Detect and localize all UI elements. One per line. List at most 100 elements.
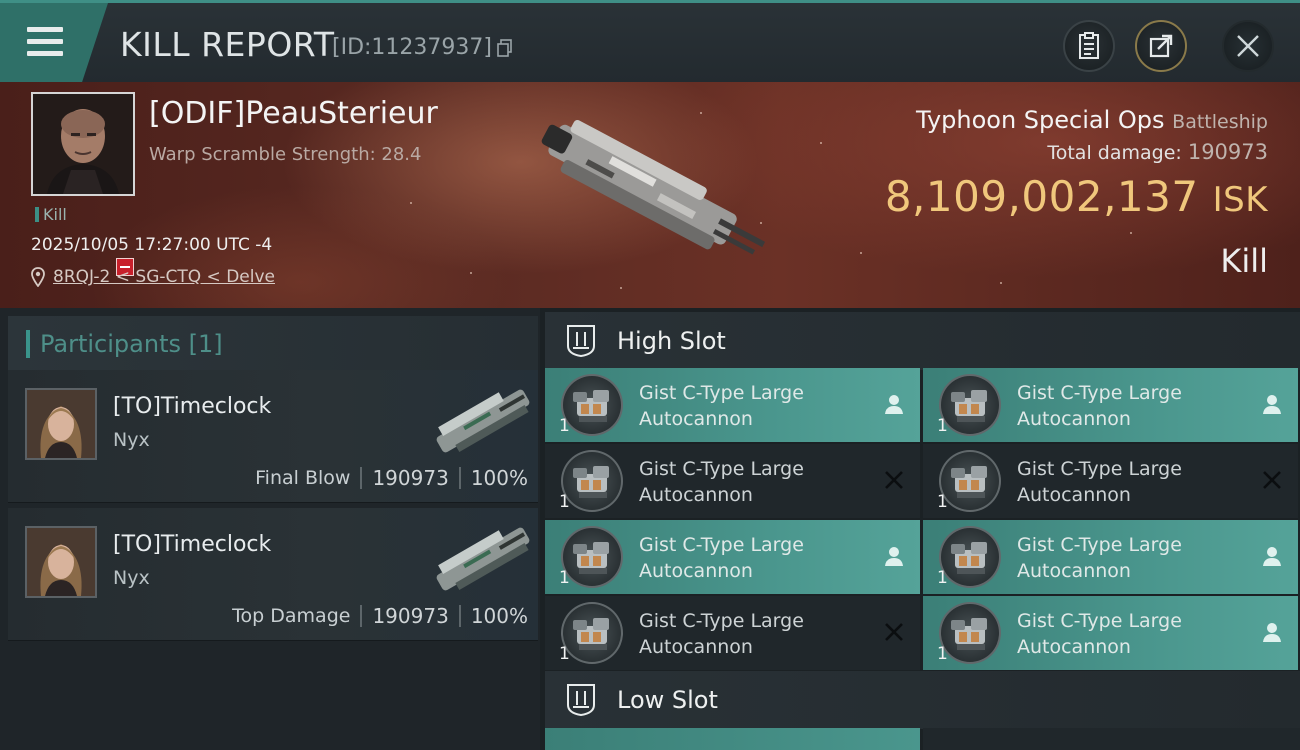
victim-panel: [ODIF]PeauSterieur Warp Scramble Strengt… bbox=[0, 82, 1300, 308]
isk-amount: 8,109,002,137 bbox=[884, 172, 1199, 221]
top-bar: KILL REPORT [ID:11237937] bbox=[0, 0, 1300, 82]
module-quantity: 1 bbox=[559, 492, 570, 512]
module-quantity: 1 bbox=[559, 416, 570, 436]
participant-card[interactable]: [TO]Timeclock Nyx Final Blow 190973 100% bbox=[8, 370, 538, 503]
participant-damage: 190973 bbox=[372, 604, 449, 628]
fitted-person-icon bbox=[1263, 547, 1281, 566]
kill-tag-label: Kill bbox=[43, 205, 67, 224]
participants-title: Participants bbox=[40, 330, 181, 358]
divider bbox=[458, 467, 461, 489]
module-quantity: 1 bbox=[937, 416, 948, 436]
total-damage: Total damage: 190973 bbox=[1047, 140, 1268, 164]
participants-header: Participants [1] bbox=[8, 316, 538, 372]
share-icon bbox=[1149, 34, 1173, 58]
participant-avatar[interactable] bbox=[25, 526, 97, 598]
participant-avatar[interactable] bbox=[25, 388, 97, 460]
module-slot[interactable]: 1 Gist C-Type Large Autocannon bbox=[545, 520, 920, 594]
participant-ship-image[interactable] bbox=[423, 376, 543, 466]
participant-role: Top Damage bbox=[232, 605, 351, 627]
autocannon-icon bbox=[561, 450, 623, 512]
avatar bbox=[27, 528, 95, 596]
victim-ship-image[interactable] bbox=[520, 102, 780, 282]
module-slot[interactable] bbox=[923, 728, 1300, 750]
isk-unit: ISK bbox=[1212, 180, 1268, 220]
warp-scramble-strength: Warp Scramble Strength: 28.4 bbox=[149, 144, 422, 165]
ship-class: Battleship bbox=[1172, 111, 1268, 133]
share-button[interactable] bbox=[1135, 20, 1187, 72]
module-slot[interactable]: 1 Gist C-Type Large Autocannon bbox=[923, 596, 1298, 670]
participant-damage: 190973 bbox=[372, 466, 449, 490]
low-slot-label: Low Slot bbox=[617, 686, 718, 714]
participant-percent: 100% bbox=[470, 466, 528, 490]
module-slot[interactable] bbox=[545, 728, 920, 750]
participant-ship-image[interactable] bbox=[423, 514, 543, 604]
participant-percent: 100% bbox=[470, 604, 528, 628]
clipboard-icon bbox=[1079, 32, 1099, 59]
total-damage-value: 190973 bbox=[1187, 140, 1268, 164]
page-title: KILL REPORT bbox=[120, 25, 335, 64]
destroyed-x-icon bbox=[885, 471, 903, 489]
module-slot[interactable]: 1 Gist C-Type Large Autocannon bbox=[923, 368, 1298, 442]
module-quantity: 1 bbox=[937, 644, 948, 664]
participant-role: Final Blow bbox=[255, 467, 351, 489]
participant-name[interactable]: [TO]Timeclock bbox=[113, 394, 271, 419]
fittings-panel: High Slot 1 Gist C-Type Large Autocannon 1… bbox=[540, 308, 1300, 750]
autocannon-icon bbox=[939, 450, 1001, 512]
module-slot[interactable]: 1 Gist C-Type Large Autocannon bbox=[545, 596, 920, 670]
tag-marker bbox=[35, 207, 39, 222]
victim-name[interactable]: [ODIF]PeauSterieur bbox=[149, 96, 438, 131]
divider bbox=[360, 467, 363, 489]
participant-ship: Nyx bbox=[113, 429, 150, 451]
copy-icon[interactable] bbox=[497, 39, 513, 57]
divider bbox=[360, 605, 363, 627]
module-slot[interactable]: 1 Gist C-Type Large Autocannon bbox=[545, 444, 920, 518]
destroyed-x-icon bbox=[885, 623, 903, 641]
menu-button[interactable] bbox=[0, 3, 108, 82]
participant-stats: Top Damage 190973 100% bbox=[232, 604, 528, 628]
high-slot-label: High Slot bbox=[617, 327, 726, 355]
kill-location[interactable]: 8RQJ-2 < SG-CTQ < Delve bbox=[31, 267, 275, 287]
report-id: [ID:11237937] bbox=[332, 35, 492, 60]
clipboard-button[interactable] bbox=[1063, 20, 1115, 72]
high-slot-header: High Slot bbox=[545, 312, 1300, 370]
autocannon-icon bbox=[939, 526, 1001, 588]
location-pin-icon bbox=[31, 267, 45, 287]
report-result: Kill bbox=[1220, 242, 1268, 280]
participant-name[interactable]: [TO]Timeclock bbox=[113, 532, 271, 557]
participant-stats: Final Blow 190973 100% bbox=[255, 466, 528, 490]
module-name: Gist C-Type Large Autocannon bbox=[639, 534, 804, 582]
module-quantity: 1 bbox=[937, 492, 948, 512]
destroyed-x-icon bbox=[1263, 471, 1281, 489]
fitted-person-icon bbox=[885, 547, 903, 566]
module-name: Gist C-Type Large Autocannon bbox=[639, 610, 804, 658]
autocannon-icon bbox=[561, 526, 623, 588]
participant-card[interactable]: [TO]Timeclock Nyx Top Damage 190973 100% bbox=[8, 508, 538, 641]
total-damage-label: Total damage: bbox=[1047, 142, 1182, 164]
header-marker bbox=[26, 330, 30, 358]
location-link[interactable]: 8RQJ-2 < SG-CTQ < Delve bbox=[53, 267, 275, 287]
victim-ship-name[interactable]: Typhoon Special Ops Battleship bbox=[916, 106, 1268, 134]
module-name: Gist C-Type Large Autocannon bbox=[639, 382, 804, 430]
kill-tag: Kill bbox=[35, 205, 67, 224]
fitted-person-icon bbox=[1263, 395, 1281, 414]
module-name: Gist C-Type Large Autocannon bbox=[1017, 382, 1182, 430]
autocannon-icon bbox=[939, 602, 1001, 664]
avatar bbox=[33, 94, 133, 194]
victim-portrait[interactable] bbox=[31, 92, 135, 196]
low-slot-header: Low Slot bbox=[545, 671, 1300, 729]
close-button[interactable] bbox=[1222, 20, 1274, 72]
menu-icon bbox=[27, 27, 63, 57]
high-slot-icon bbox=[567, 325, 595, 358]
module-name: Gist C-Type Large Autocannon bbox=[1017, 610, 1182, 658]
autocannon-icon bbox=[939, 374, 1001, 436]
divider bbox=[458, 605, 461, 627]
kill-datetime: 2025/10/05 17:27:00 UTC -4 bbox=[31, 235, 273, 255]
module-quantity: 1 bbox=[559, 644, 570, 664]
module-slot[interactable]: 1 Gist C-Type Large Autocannon bbox=[923, 444, 1298, 518]
participants-count: [1] bbox=[188, 330, 223, 358]
module-slot[interactable]: 1 Gist C-Type Large Autocannon bbox=[923, 520, 1298, 594]
module-slot[interactable]: 1 Gist C-Type Large Autocannon bbox=[545, 368, 920, 442]
participant-ship: Nyx bbox=[113, 567, 150, 589]
autocannon-icon bbox=[561, 602, 623, 664]
module-quantity: 1 bbox=[559, 568, 570, 588]
